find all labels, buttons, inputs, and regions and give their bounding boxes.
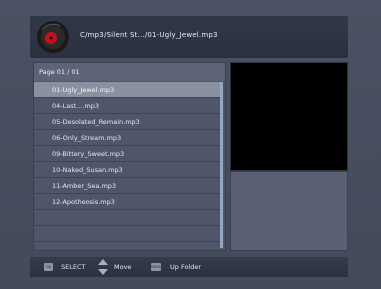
file-list-item[interactable]: 05-Desolated_Remain.mp3 <box>34 114 220 130</box>
menu-key-icon: MENU <box>151 263 162 271</box>
file-list-item[interactable]: 06-Only_Stream.mp3 <box>34 130 220 146</box>
empty-list-row <box>34 226 220 242</box>
file-info-panel <box>230 171 348 251</box>
up-down-arrows-icon <box>98 259 108 275</box>
file-list-item[interactable]: 01-Ugly_Jewel.mp3 <box>34 82 220 98</box>
empty-list-row <box>34 210 220 226</box>
file-name: 01-Ugly_Jewel.mp3 <box>52 86 115 94</box>
scrollbar-thumb[interactable] <box>220 82 223 248</box>
file-name: 04-Last....mp3 <box>52 102 100 110</box>
ok-key-icon: OK <box>44 263 53 271</box>
move-hint: Move <box>114 263 132 271</box>
music-disc-icon <box>36 20 70 54</box>
file-name: 10-Naked_Susan.mp3 <box>52 166 123 174</box>
select-hint: SELECT <box>61 263 86 271</box>
file-name: 11-Amber_Sea.mp3 <box>52 182 117 190</box>
file-list-item[interactable]: 10-Naked_Susan.mp3 <box>34 162 220 178</box>
up-folder-hint: Up Folder <box>170 263 202 271</box>
file-name: 05-Desolated_Remain.mp3 <box>52 118 140 126</box>
file-name: 12-Apotheosis.mp3 <box>52 198 115 206</box>
file-list-item[interactable]: 11-Amber_Sea.mp3 <box>34 178 220 194</box>
page-indicator: Page 01 / 01 <box>39 68 80 76</box>
preview-window <box>230 62 348 171</box>
file-list-item[interactable]: 09-Bittery_Sweet.mp3 <box>34 146 220 162</box>
file-name: 06-Only_Stream.mp3 <box>52 134 122 142</box>
file-list-item[interactable]: 12-Apotheosis.mp3 <box>34 194 220 210</box>
current-file-path: C/mp3/Silent St.../01-Ugly_Jewel.mp3 <box>80 31 218 39</box>
page-indicator-bar: Page 01 / 01 <box>34 63 225 81</box>
file-list-item[interactable]: 04-Last....mp3 <box>34 98 220 114</box>
file-name: 09-Bittery_Sweet.mp3 <box>52 150 125 158</box>
file-list-pane: Page 01 / 01 01-Ugly_Jewel.mp3 04-Last..… <box>33 62 226 251</box>
